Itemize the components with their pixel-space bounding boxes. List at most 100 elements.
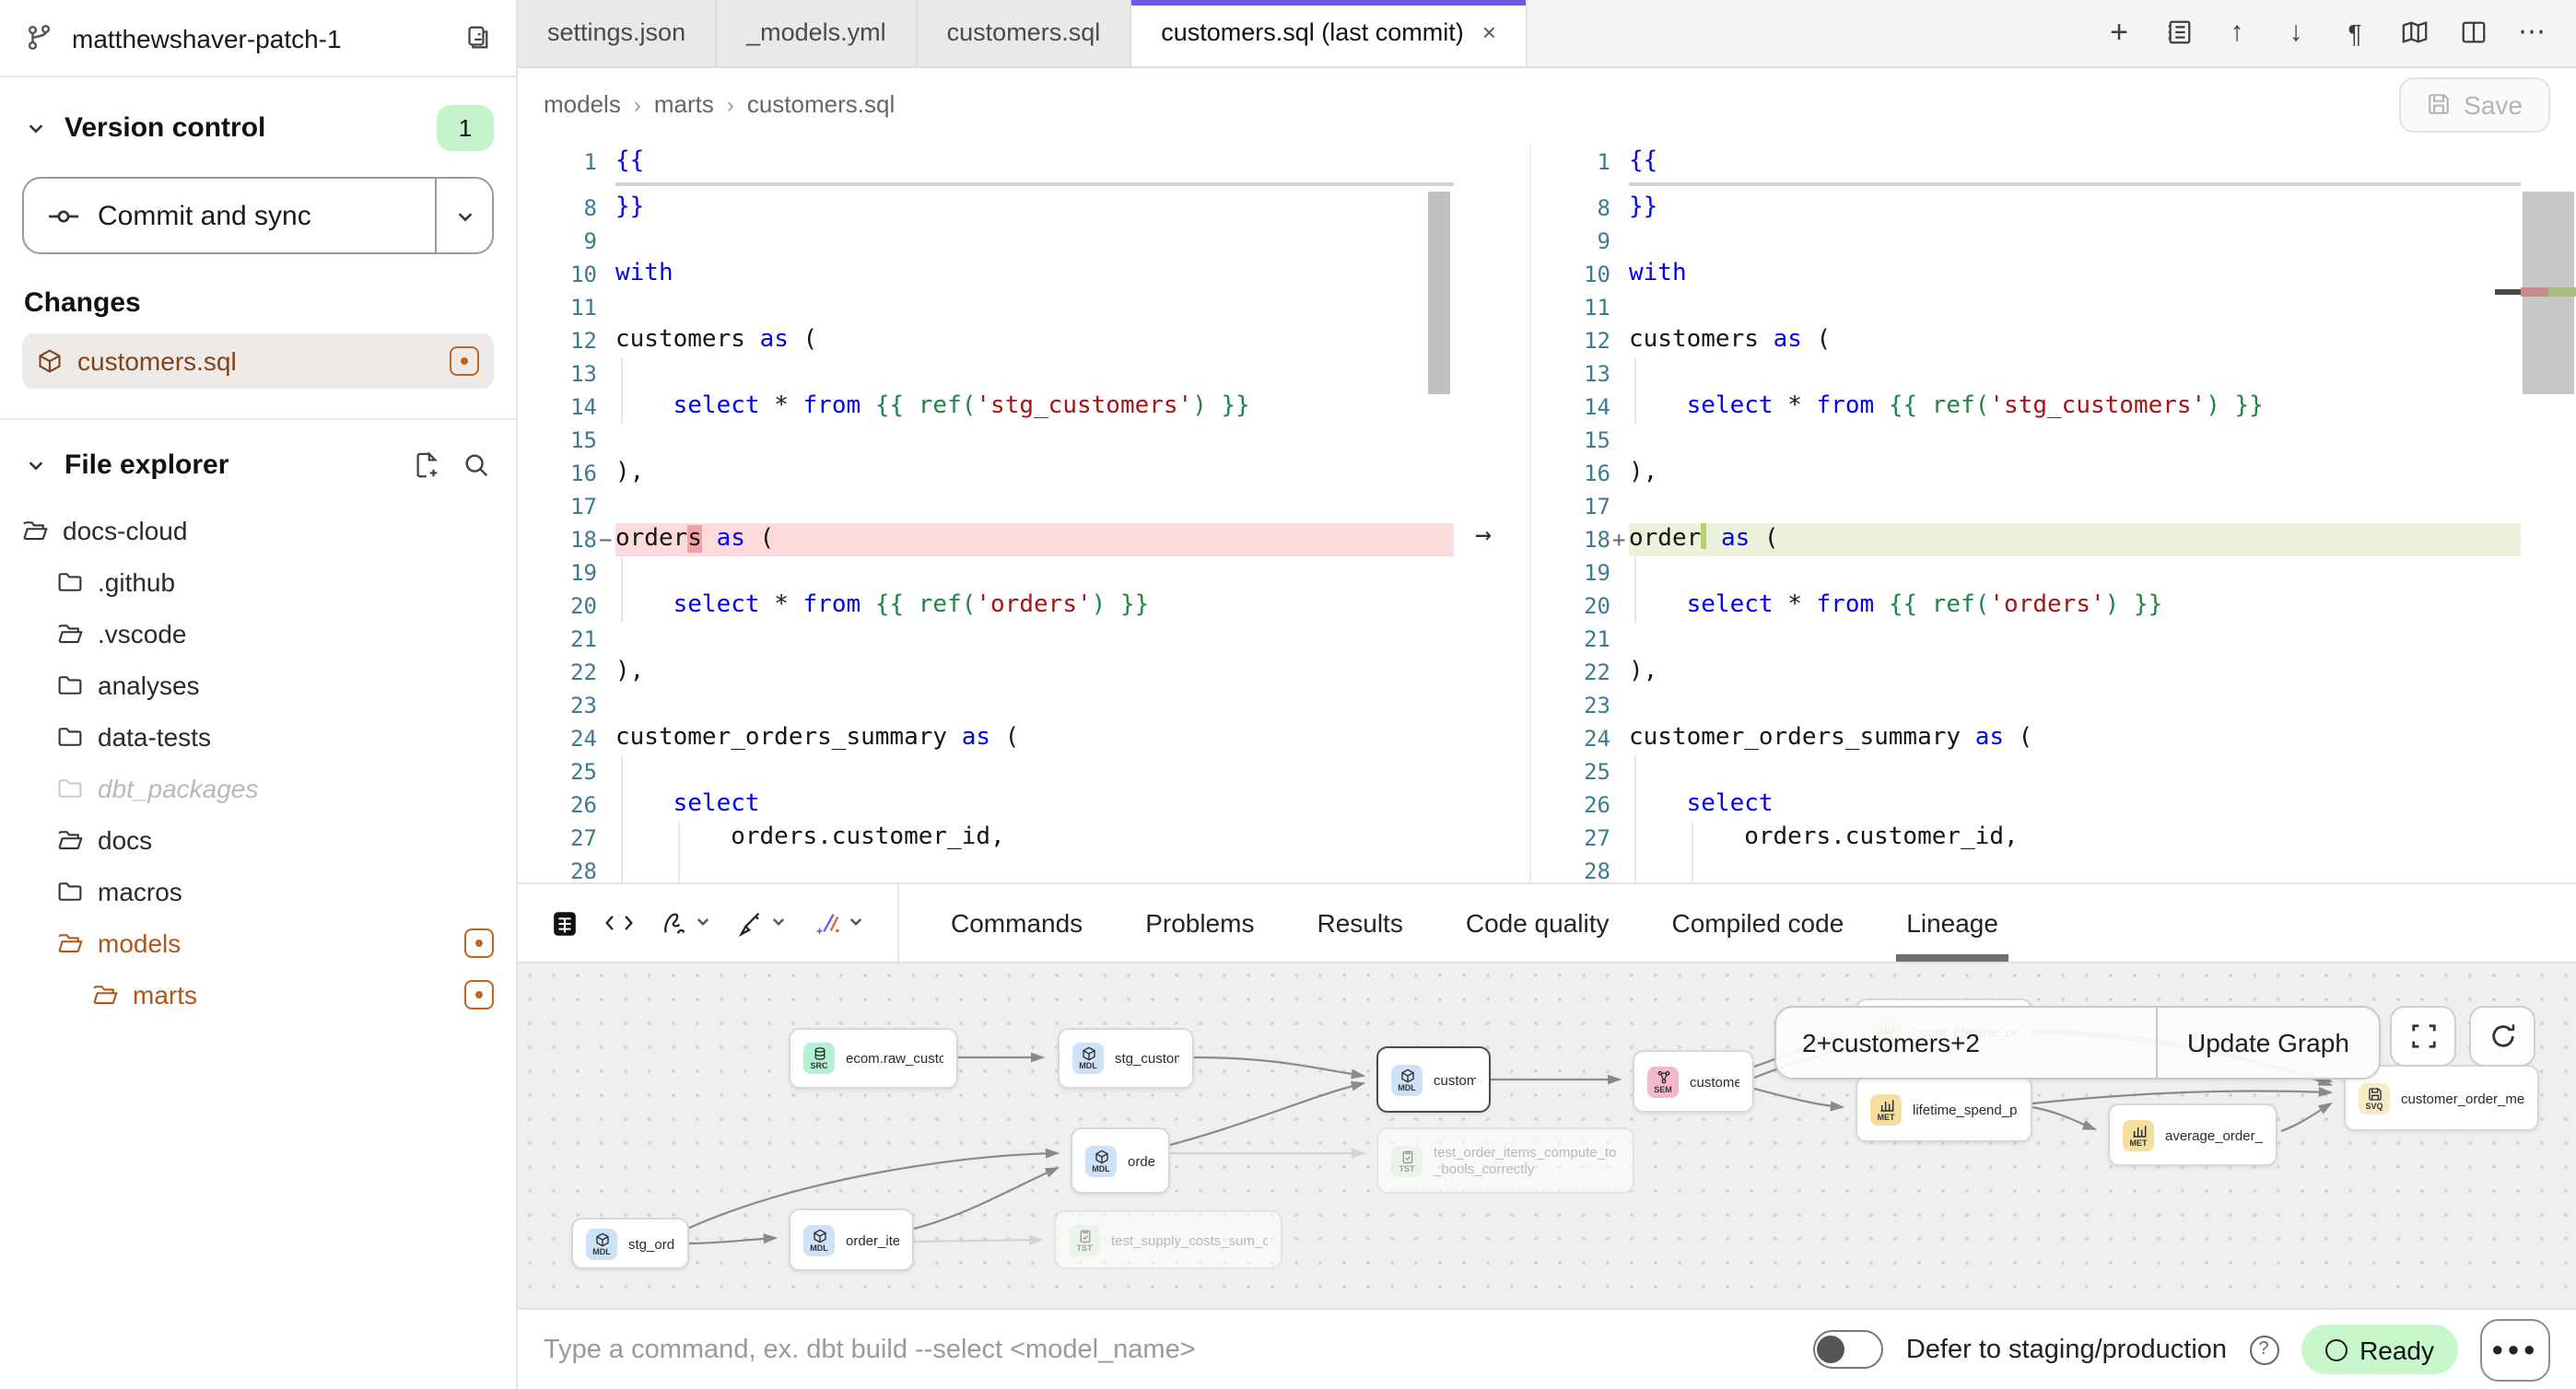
code-line-26[interactable]: 26 select: [1531, 788, 2523, 821]
panel-tab-commands[interactable]: Commands: [925, 885, 1108, 963]
sidebar-file-item--vscode[interactable]: .vscode: [22, 608, 494, 659]
code-line-24[interactable]: 24customer_orders_summary as (: [518, 721, 1454, 754]
tab-customers-sql[interactable]: customers.sql: [918, 0, 1132, 66]
lineage-node-raw-customers[interactable]: SRCecom.raw_customers: [789, 1028, 958, 1089]
code-line-8[interactable]: 8}}: [518, 191, 1454, 224]
code-line-9[interactable]: 9: [1531, 224, 2523, 257]
format-icon[interactable]: [730, 900, 794, 948]
code-line-27[interactable]: 27 orders.customer_id,: [518, 821, 1454, 854]
add-icon[interactable]: +: [2093, 7, 2145, 59]
code-line-21[interactable]: 21: [1531, 622, 2523, 655]
code-icon[interactable]: [597, 904, 641, 944]
code-line-16[interactable]: 16),: [518, 456, 1454, 489]
close-icon[interactable]: ×: [1482, 19, 1496, 47]
breadcrumb-part[interactable]: customers.sql: [747, 90, 895, 118]
status-badge[interactable]: Ready: [2301, 1325, 2458, 1374]
update-graph-button[interactable]: Update Graph: [2156, 1008, 2379, 1078]
lineage-node-stg-customers[interactable]: MDLstg_customers: [1058, 1028, 1194, 1089]
lineage-selector-input[interactable]: 2+customers+2: [1776, 1008, 2156, 1078]
code-line-24[interactable]: 24customer_orders_summary as (: [1531, 721, 2523, 754]
split-editor-icon[interactable]: [2447, 7, 2499, 59]
left-pane-scrollbar-thumb[interactable]: [1428, 191, 1450, 393]
panel-tab-lineage[interactable]: Lineage: [1880, 885, 2024, 963]
help-icon[interactable]: ?: [2249, 1335, 2278, 1364]
collapsed-region[interactable]: [518, 178, 1454, 191]
sidebar-file-item--github[interactable]: .github: [22, 556, 494, 608]
code-line-10[interactable]: 10with: [518, 257, 1454, 290]
defer-toggle[interactable]: [1814, 1330, 1884, 1369]
breadcrumb-part[interactable]: marts: [654, 90, 714, 118]
tab-settings-json[interactable]: settings.json: [518, 0, 717, 66]
sidebar-file-item-macros[interactable]: macros: [22, 866, 494, 917]
code-line-28[interactable]: 28: [518, 854, 1454, 883]
code-line-13[interactable]: 13: [518, 356, 1454, 390]
diff-editor[interactable]: 1{{8}}910with1112customers as (1314 sele…: [518, 141, 2576, 883]
lineage-node-orders[interactable]: MDLorders: [1071, 1127, 1170, 1194]
results-table-icon[interactable]: [544, 903, 586, 945]
code-line-23[interactable]: 23: [1531, 688, 2523, 721]
panel-tab-compiled-code[interactable]: Compiled code: [1646, 885, 1870, 963]
lineage-node-average-order-value[interactable]: METaverage_order_value: [2108, 1103, 2277, 1166]
code-line-25[interactable]: 25: [1531, 754, 2523, 788]
lineage-node-customers-semantic[interactable]: SEMcustomers: [1633, 1050, 1754, 1113]
code-line-18[interactable]: 18−orders as (: [518, 522, 1454, 555]
code-line-18[interactable]: 18+order as (: [1531, 522, 2523, 555]
tab--models-yml[interactable]: _models.yml: [717, 0, 918, 66]
more-icon[interactable]: ⋯: [2506, 7, 2558, 59]
pilcrow-icon[interactable]: ¶: [2329, 7, 2381, 59]
sidebar-file-item-models[interactable]: models: [22, 917, 494, 969]
lineage-node-customers-model[interactable]: MDLcustomers: [1376, 1046, 1491, 1113]
code-line-14[interactable]: 14 select * from {{ ref('stg_customers')…: [518, 390, 1454, 423]
more-options-button[interactable]: ●●●: [2480, 1318, 2550, 1381]
refresh-graph-button[interactable]: [2469, 1006, 2535, 1067]
code-line-13[interactable]: 13: [1531, 356, 2523, 390]
save-button[interactable]: Save: [2399, 76, 2550, 132]
changed-file-customers-sql[interactable]: customers.sql: [22, 333, 494, 389]
sidebar-file-item-marts[interactable]: marts: [22, 969, 494, 1021]
tab-customers-sql-last-commit-[interactable]: customers.sql (last commit)×: [1131, 0, 1528, 66]
code-line-28[interactable]: 28: [1531, 854, 2523, 883]
code-line-1[interactable]: 1{{: [518, 145, 1454, 178]
code-line-21[interactable]: 21: [518, 622, 1454, 655]
commit-options-caret[interactable]: [435, 179, 492, 252]
command-input[interactable]: Type a command, ex. dbt build --select <…: [544, 1335, 1792, 1364]
new-file-icon[interactable]: [409, 447, 444, 482]
code-line-22[interactable]: 22),: [1531, 655, 2523, 688]
search-icon[interactable]: [459, 447, 494, 482]
code-line-12[interactable]: 12customers as (: [1531, 323, 2523, 356]
code-line-16[interactable]: 16),: [1531, 456, 2523, 489]
ai-edit-icon[interactable]: [805, 900, 872, 948]
code-line-22[interactable]: 22),: [518, 655, 1454, 688]
chevron-down-icon[interactable]: [22, 113, 50, 141]
sidebar-file-item-docs-cloud[interactable]: docs-cloud: [22, 505, 494, 556]
code-line-17[interactable]: 17: [1531, 489, 2523, 522]
lineage-node-order-items[interactable]: MDLorder_items: [789, 1208, 914, 1271]
sidebar-file-item-analyses[interactable]: analyses: [22, 659, 494, 711]
code-line-19[interactable]: 19: [1531, 555, 2523, 589]
code-line-25[interactable]: 25: [518, 754, 1454, 788]
move-up-icon[interactable]: ↑: [2211, 7, 2263, 59]
lineage-node-stg-orders[interactable]: MDLstg_orders: [571, 1218, 689, 1269]
code-line-11[interactable]: 11: [1531, 290, 2523, 323]
code-line-19[interactable]: 19: [518, 555, 1454, 589]
panel-tab-code-quality[interactable]: Code quality: [1440, 885, 1635, 963]
code-line-12[interactable]: 12customers as (: [518, 323, 1454, 356]
outline-icon[interactable]: [2152, 7, 2204, 59]
panel-tab-results[interactable]: Results: [1291, 885, 1428, 963]
chevron-down-icon[interactable]: [22, 450, 50, 478]
code-line-8[interactable]: 8}}: [1531, 191, 2523, 224]
lineage-canvas[interactable]: SRCecom.raw_customers MDLstg_customers MDL…: [518, 963, 2576, 1308]
diff-overview-ruler[interactable]: [2521, 141, 2576, 883]
code-line-20[interactable]: 20 select * from {{ ref('orders') }}: [518, 589, 1454, 622]
move-down-icon[interactable]: ↓: [2270, 7, 2322, 59]
sidebar-file-item-data-tests[interactable]: data-tests: [22, 711, 494, 763]
commit-and-sync-button[interactable]: Commit and sync: [22, 177, 494, 254]
code-line-11[interactable]: 11: [518, 290, 1454, 323]
copy-icon[interactable]: [459, 20, 494, 55]
code-line-10[interactable]: 10with: [1531, 257, 2523, 290]
lineage-node-test-order-items[interactable]: TSTtest_order_items_compute_to_bools_cor…: [1376, 1127, 1634, 1194]
map-icon[interactable]: [2388, 7, 2440, 59]
code-line-23[interactable]: 23: [518, 688, 1454, 721]
revert-change-arrow-button[interactable]: →: [1463, 515, 1504, 552]
code-line-17[interactable]: 17: [518, 489, 1454, 522]
